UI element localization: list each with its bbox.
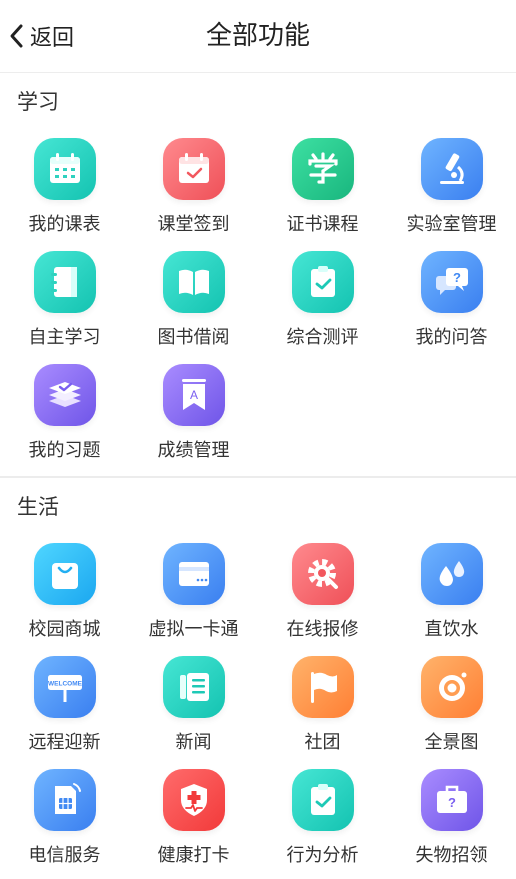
open-book-icon: [163, 251, 225, 313]
app-header: 返回 全部功能: [0, 0, 516, 73]
grid-item-library[interactable]: 图书借阅: [129, 251, 258, 361]
back-label: 返回: [30, 26, 75, 51]
lost-box-icon: ?: [421, 769, 483, 831]
grid-item-self-study[interactable]: 自主学习: [0, 251, 129, 361]
grid-item-comprehensive-eval[interactable]: 综合测评: [258, 251, 387, 361]
grid-item-label: 课堂签到: [157, 214, 230, 235]
welcome-sign-icon: WELCOME: [34, 656, 96, 718]
grid-item-label: 综合测评: [286, 327, 359, 348]
grid-item-label: 在线报修: [286, 619, 359, 640]
health-shield-icon: [163, 769, 225, 831]
grid-item-label: 远程迎新: [28, 732, 101, 753]
panorama-camera-icon: [421, 656, 483, 718]
clipboard-check-icon: [292, 251, 354, 313]
grid-item-label: 社团: [304, 732, 341, 753]
sim-card-icon: [34, 769, 96, 831]
microscope-icon: [421, 138, 483, 200]
page-title: 全部功能: [205, 21, 310, 51]
grid-item-my-exercises[interactable]: 我的习题: [0, 364, 129, 474]
clipboard-check-icon: [292, 769, 354, 831]
card-icon: [163, 543, 225, 605]
grid-item-label: 图书借阅: [157, 327, 230, 348]
chevron-left-icon: [10, 24, 23, 48]
grid-item-label: 全景图: [424, 732, 479, 753]
calendar-icon: [34, 138, 96, 200]
grid-item-label: 电信服务: [28, 845, 101, 866]
grid-item-lost-and-found[interactable]: ? 失物招领: [387, 769, 516, 879]
welcome-sign-text: WELCOME: [48, 681, 83, 688]
grid-item-lab-management[interactable]: 实验室管理: [387, 138, 516, 248]
svg-text:A: A: [190, 388, 198, 402]
grid-item-label: 自主学习: [28, 327, 101, 348]
grid-item-label: 虚拟一卡通: [148, 619, 239, 640]
grid-item-news[interactable]: 新闻: [129, 656, 258, 766]
grid-item-label: 行为分析: [286, 845, 359, 866]
layers-check-icon: [34, 364, 96, 426]
section-title-study: 学习: [17, 90, 59, 114]
shopping-bag-icon: [34, 543, 96, 605]
grid-item-label: 我的课表: [28, 214, 101, 235]
grid-item-my-qa[interactable]: ? 我的问答: [387, 251, 516, 361]
question-chat-icon: ?: [421, 251, 483, 313]
grid-item-virtual-card[interactable]: 虚拟一卡通: [129, 543, 258, 653]
grid-item-label: 证书课程: [286, 214, 359, 235]
grid-item-drinking-water[interactable]: 直饮水: [387, 543, 516, 653]
grid-item-label: 新闻: [175, 732, 212, 753]
grid-item-online-repair[interactable]: 在线报修: [258, 543, 387, 653]
calendar-check-icon: [163, 138, 225, 200]
grid-item-remote-welcome[interactable]: WELCOME 远程迎新: [0, 656, 129, 766]
grid-item-clubs[interactable]: 社团: [258, 656, 387, 766]
grid-item-label: 健康打卡: [157, 845, 230, 866]
news-icon: [163, 656, 225, 718]
notebook-icon: [34, 251, 96, 313]
grid-item-panorama[interactable]: 全景图: [387, 656, 516, 766]
svg-text:?: ?: [448, 795, 456, 810]
grid-item-label: 直饮水: [424, 619, 479, 640]
section-divider: [0, 476, 516, 478]
section-title-life: 生活: [17, 495, 59, 519]
grid-item-class-checkin[interactable]: 课堂签到: [129, 138, 258, 248]
grade-bookmark-icon: A: [163, 364, 225, 426]
flag-icon: [292, 656, 354, 718]
water-drops-icon: [421, 543, 483, 605]
grid-item-label: 校园商城: [28, 619, 101, 640]
svg-text:?: ?: [453, 270, 461, 285]
grid-item-label: 实验室管理: [406, 214, 497, 235]
back-button[interactable]: 返回: [6, 18, 74, 54]
grid-item-behavior-analysis[interactable]: 行为分析: [258, 769, 387, 879]
grid-item-grade-management[interactable]: A 成绩管理: [129, 364, 258, 474]
grid-item-label: 失物招领: [415, 845, 488, 866]
grid-item-telecom-service[interactable]: 电信服务: [0, 769, 129, 879]
grid-item-certificate-courses[interactable]: 证书课程: [258, 138, 387, 248]
grid-item-health-checkin[interactable]: 健康打卡: [129, 769, 258, 879]
repair-gear-icon: [292, 543, 354, 605]
grid-item-label: 我的问答: [415, 327, 488, 348]
grid-item-label: 我的习题: [28, 440, 101, 461]
grid-item-campus-mall[interactable]: 校园商城: [0, 543, 129, 653]
grid-item-label: 成绩管理: [157, 440, 230, 461]
xue-character-icon: [292, 138, 354, 200]
grid-item-my-timetable[interactable]: 我的课表: [0, 138, 129, 248]
